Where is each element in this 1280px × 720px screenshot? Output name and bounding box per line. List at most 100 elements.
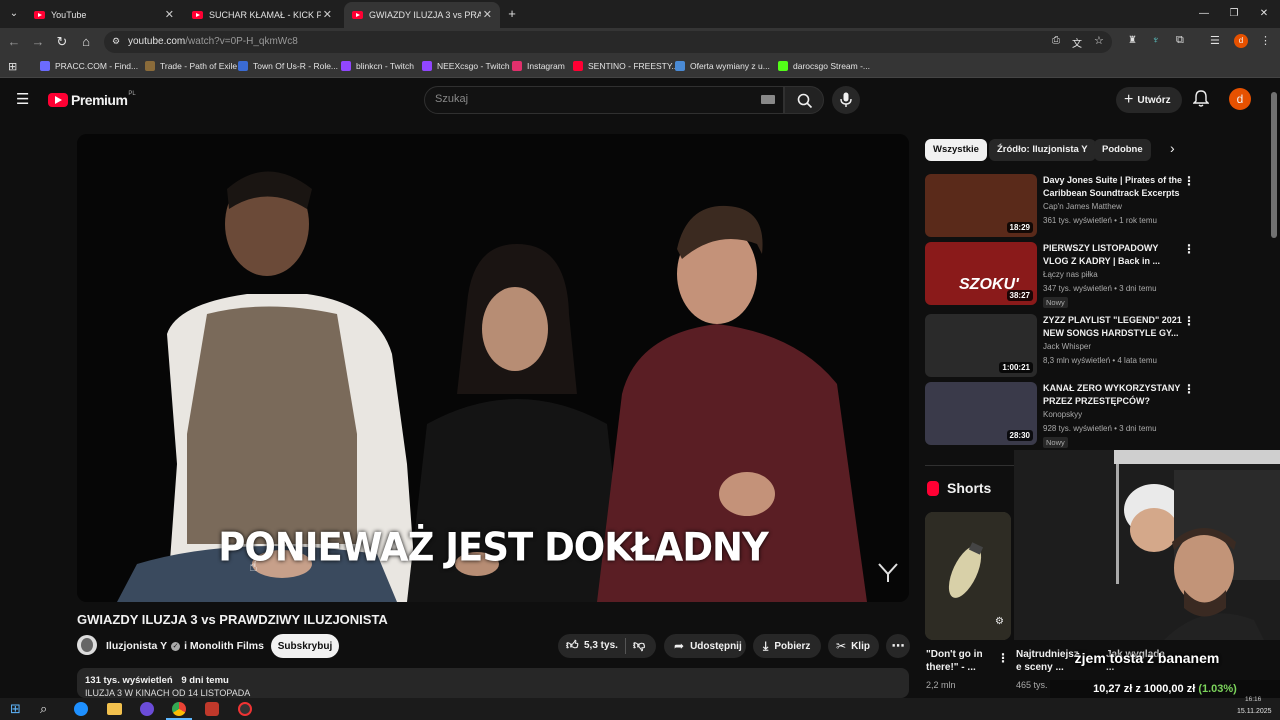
minimize-icon[interactable]: — <box>1196 6 1212 22</box>
extensions-puzzle-icon[interactable]: ⧉ <box>1176 34 1184 47</box>
more-options-icon[interactable]: ⋮ <box>1183 242 1195 256</box>
channel-watermark-icon[interactable] <box>877 562 899 584</box>
reload-icon[interactable]: ↻ <box>54 34 70 50</box>
more-options-icon[interactable]: ⋮ <box>1183 314 1195 328</box>
clock-time[interactable]: 16:16 <box>1245 696 1261 703</box>
clock-date[interactable]: 15.11.2025 <box>1237 708 1272 715</box>
recommendation-item[interactable]: SZOKU' 38:27 PIERWSZY LISTOPADOWY VLOG Z K… <box>925 242 1195 308</box>
share-button[interactable]: ➦ Udostępnij <box>664 634 746 658</box>
bookmark-item[interactable]: Trade - Path of Exile <box>145 61 237 71</box>
settings-gear-icon[interactable]: ⚙ <box>995 616 1004 627</box>
profile-avatar[interactable]: d <box>1234 34 1248 48</box>
avatar-face <box>81 638 93 652</box>
logo-region: PL <box>128 91 136 97</box>
site-info-icon[interactable]: ⚙ <box>112 36 120 47</box>
channel-name[interactable]: Iluzjonista Y <box>106 640 167 652</box>
short-more-icon[interactable]: ⋮ <box>997 651 1009 665</box>
chips-next-icon[interactable]: › <box>1170 140 1175 156</box>
app-icon[interactable] <box>205 702 219 716</box>
cast-icon[interactable]: ⎙ <box>1052 35 1060 46</box>
more-actions-button[interactable]: ⋯ <box>886 634 910 658</box>
youtube-premium-logo[interactable]: Premium PL <box>48 91 136 108</box>
back-icon[interactable]: ← <box>6 34 22 50</box>
close-window-icon[interactable]: ✕ <box>1256 6 1272 22</box>
video-caption: PONIEWAŻ JEST DOKŁADNY <box>218 524 769 571</box>
bookmark-item[interactable]: Town Of Us-R - Role... <box>238 61 338 71</box>
reading-list-icon[interactable]: ☰ <box>1210 34 1220 47</box>
clip-button[interactable]: ✂ Klip <box>828 634 879 658</box>
dislike-icon[interactable]: 👎︎ <box>633 638 645 653</box>
keyboard-icon[interactable] <box>761 95 775 104</box>
url-input[interactable]: ⚙ youtube.com/watch?v=0P-H_qkmWc8 ⎙ 文 ☆ <box>104 31 1112 53</box>
restore-icon[interactable]: ❐ <box>1226 6 1242 22</box>
subscribe-button[interactable]: Subskrybuj <box>271 634 339 658</box>
chip-source[interactable]: Źródło: Iluzjonista Y <box>989 139 1096 161</box>
close-tab-icon[interactable]: ✕ <box>483 8 492 21</box>
recommendation-meta: 928 tys. wyświetleń • 3 dni temu <box>1043 424 1157 433</box>
create-label: Utwórz <box>1137 94 1171 106</box>
taskbar-search-icon[interactable]: ⌕ <box>40 701 47 717</box>
create-button[interactable]: + Utwórz <box>1116 87 1182 113</box>
recommendation-thumbnail[interactable]: SZOKU' 38:27 <box>925 242 1037 305</box>
close-tab-icon[interactable]: ✕ <box>165 8 174 21</box>
tab-search-icon[interactable]: ⌄ <box>6 6 22 22</box>
video-player[interactable]: PONIEWAŻ JEST DOKŁADNY ☝ <box>77 134 909 602</box>
recommendation-item[interactable]: 18:29 Davy Jones Suite | Pirates of the C… <box>925 174 1195 238</box>
recommendation-item[interactable]: 1:00:21 ZYZZ PLAYLIST "LEGEND" 2021 NEW S… <box>925 314 1195 378</box>
chip-all[interactable]: Wszystkie <box>925 139 987 161</box>
collab-channel-name[interactable]: i Monolith Films <box>184 640 264 652</box>
search-icon <box>797 93 813 109</box>
extension-icon[interactable]: ♆ <box>1152 35 1160 46</box>
search-button[interactable] <box>784 86 824 114</box>
forward-icon[interactable]: → <box>30 34 46 50</box>
user-avatar[interactable]: d <box>1229 88 1251 110</box>
tab-gwiazdy-active[interactable]: GWIAZDY ILUZJA 3 vs PRAWDZ ✕ <box>344 2 500 28</box>
bookmark-item[interactable]: blinkcn - Twitch <box>341 61 414 71</box>
hamburger-menu-icon[interactable]: ☰ <box>16 90 29 108</box>
close-tab-icon[interactable]: ✕ <box>323 8 332 21</box>
tab-youtube[interactable]: YouTube ✕ <box>26 2 182 28</box>
translate-icon[interactable]: 文 <box>1072 35 1082 50</box>
description-box[interactable]: 131 tys. wyświetleń 9 dni temu ILUZJA 3 … <box>77 668 909 698</box>
like-count[interactable]: 5,3 tys. <box>584 640 618 651</box>
download-button[interactable]: ⤓ Pobierz <box>753 634 821 658</box>
recommendation-channel: Jack Whisper <box>1043 342 1092 351</box>
video-title: GWIAZDY ILUZJA 3 vs PRAWDZIWY ILUZJONIST… <box>77 612 388 627</box>
home-icon[interactable]: ⌂ <box>78 34 94 50</box>
bookmark-item[interactable]: Instagram <box>512 61 565 71</box>
bookmark-item[interactable]: SENTINO - FREESTY... <box>573 61 679 71</box>
app-icon[interactable] <box>140 702 154 716</box>
obs-icon[interactable] <box>238 702 252 716</box>
file-explorer-icon[interactable] <box>107 703 122 715</box>
new-tab-icon[interactable]: + <box>504 6 520 22</box>
bookmark-star-icon[interactable]: ☆ <box>1094 34 1104 47</box>
edge-icon[interactable] <box>74 702 88 716</box>
like-icon[interactable]: 👍︎ <box>566 638 579 653</box>
bookmark-item[interactable]: darocsgo Stream -... <box>778 61 870 71</box>
recommendation-thumbnail[interactable]: 18:29 <box>925 174 1037 237</box>
tab-suchar[interactable]: SUCHAR KŁAMAŁ - KICK PŁACI ✕ <box>184 2 340 28</box>
browser-menu-icon[interactable]: ⋮ <box>1260 34 1271 47</box>
bookmark-item[interactable]: PRACC.COM - Find... <box>40 61 138 71</box>
recommendation-thumbnail[interactable]: 1:00:21 <box>925 314 1037 377</box>
extension-icon[interactable]: ♜ <box>1128 35 1137 46</box>
more-options-icon[interactable]: ⋮ <box>1183 174 1195 188</box>
bookmark-item[interactable]: NEEXcsgo - Twitch <box>422 61 510 71</box>
channel-avatar[interactable] <box>77 635 97 655</box>
windows-start-icon[interactable]: ⊞ <box>10 701 21 717</box>
apps-grid-icon[interactable]: ⊞ <box>8 60 17 73</box>
voice-search-button[interactable] <box>832 86 860 114</box>
bookmark-item[interactable]: Oferta wymiany z u... <box>675 61 770 71</box>
notifications-bell-icon[interactable] <box>1193 90 1209 108</box>
page-scrollbar[interactable] <box>1271 92 1277 238</box>
more-options-icon[interactable]: ⋮ <box>1183 382 1195 396</box>
short-title-1[interactable]: "Don't go in there!" - ... <box>926 648 996 674</box>
youtube-header: ☰ Premium PL Szukaj + Utwórz d <box>0 78 1280 122</box>
chrome-icon[interactable] <box>172 702 186 716</box>
short-thumbnail-1[interactable]: ⚙ <box>925 512 1011 640</box>
recommendation-item[interactable]: 28:30 KANAŁ ZERO WYKORZYSTANY PRZEZ PRZES… <box>925 382 1195 448</box>
search-input[interactable]: Szukaj <box>424 86 784 114</box>
url-text: youtube.com/watch?v=0P-H_qkmWc8 <box>128 36 298 47</box>
recommendation-thumbnail[interactable]: 28:30 <box>925 382 1037 445</box>
chip-similar[interactable]: Podobne <box>1094 139 1151 161</box>
